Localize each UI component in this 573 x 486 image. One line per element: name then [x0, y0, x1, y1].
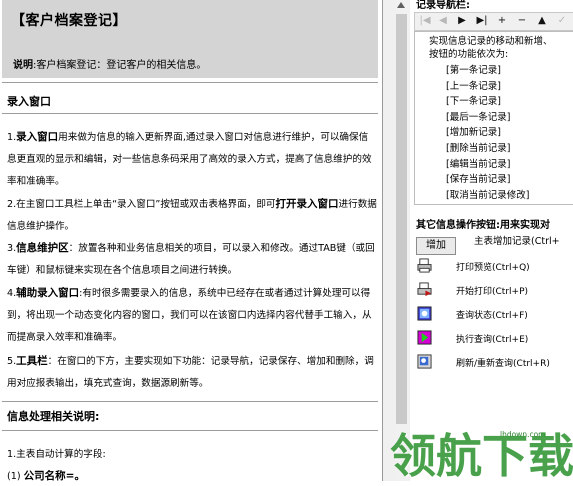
- nav-description: 实现信息记录的移动和新增、 按钮的功能依次为:: [429, 36, 553, 60]
- prev-record-icon[interactable]: ◀: [436, 14, 450, 28]
- print-preview-icon: [417, 258, 432, 273]
- next-record-icon[interactable]: ▶: [455, 14, 469, 28]
- list-item: [下一条记录]: [446, 96, 501, 108]
- list-item: [取消当前记录修改]: [446, 189, 530, 201]
- print-icon: [417, 282, 432, 297]
- scroll-up-icon[interactable]: [397, 2, 405, 8]
- list-item: [保存当前记录]: [446, 174, 511, 186]
- paragraph-7: (1) 公司名称=。: [7, 470, 85, 481]
- nav-bar-title: 记录导航栏:: [416, 0, 470, 11]
- first-record-icon[interactable]: |◀: [418, 14, 432, 28]
- paragraph-1: 1.录入窗口用来做为信息的输入更新界面,通过录入窗口对信息进行维护，可以确保信息…: [7, 131, 372, 187]
- query-status-icon: [417, 306, 432, 321]
- record-navigator: |◀ ◀ ▶ ▶| + − ▲ ✓: [414, 12, 573, 31]
- divider: [2, 401, 378, 402]
- list-item: [第一条记录]: [446, 65, 501, 76]
- add-row: 增加 主表增加记录(Ctrl+: [416, 233, 560, 255]
- paragraph-5: 5.工具栏：在窗口的下方，主要实现如下功能：记录导航，记录保存、增加和删除，调用…: [7, 355, 374, 389]
- paragraph-4: 4.辅助录入窗口:有时很多需要录入的信息，系统中已经存在或者通过计算处理可以得到…: [7, 287, 372, 343]
- add-record-icon[interactable]: +: [495, 14, 509, 28]
- edit-record-icon[interactable]: ▲: [535, 14, 549, 28]
- paragraph-6: 1.主表自动计算的字段:: [7, 449, 106, 460]
- add-description: 主表增加记录(Ctrl+: [474, 236, 560, 247]
- vertical-scrollbar[interactable]: [395, 0, 409, 481]
- divider: [2, 113, 378, 114]
- save-record-icon[interactable]: ✓: [555, 14, 569, 28]
- watermark-logo: 领航下载: [390, 429, 573, 483]
- help-description: 说明:客户档案登记：登记客户的相关信息。: [13, 60, 207, 71]
- delete-record-icon[interactable]: −: [515, 14, 529, 28]
- list-item: [增加新记录]: [446, 127, 501, 139]
- refresh-query-icon: [417, 354, 432, 369]
- list-item: [编辑当前记录]: [446, 158, 511, 170]
- help-title: 【客户档案登记】: [11, 13, 127, 29]
- add-button[interactable]: 增加: [416, 237, 456, 255]
- divider: [2, 430, 378, 431]
- scrollbar-thumb[interactable]: [396, 14, 407, 424]
- help-side-pane: 记录导航栏: |◀ ◀ ▶ ▶| + − ▲ ✓ 实现信息记录的移动和新增、 按…: [410, 0, 573, 481]
- other-ops-title: 其它信息操作按钮:用来实现对: [416, 220, 550, 231]
- paragraph-3: 3.信息维护区：放置各种和业务信息相关的项目，可以录入和修改。通过TAB键（或回…: [7, 242, 375, 276]
- section-title-info-processing: 信息处理相关说明:: [7, 410, 100, 423]
- list-item: [删除当前记录]: [446, 142, 511, 154]
- paragraph-2: 2.在主窗口工具栏上单击“录入窗口”按钮或双击表格界面，即可打开录入窗口进行数据…: [7, 198, 377, 232]
- execute-query-icon: [417, 330, 432, 345]
- list-item: [最后一条记录]: [446, 111, 511, 123]
- help-banner: 【客户档案登记】 说明:客户档案登记：登记客户的相关信息。: [2, 0, 378, 78]
- divider: [2, 82, 378, 83]
- list-item: [上一条记录]: [446, 80, 501, 92]
- last-record-icon[interactable]: ▶|: [475, 14, 489, 28]
- section-title-input-window: 录入窗口: [7, 95, 51, 108]
- help-pane: 【客户档案登记】 说明:客户档案登记：登记客户的相关信息。 录入窗口 1.录入窗…: [0, 0, 383, 481]
- nav-button-list: [第一条记录] [上一条记录] [下一条记录] [最后一条记录] [增加新记录]…: [446, 63, 529, 203]
